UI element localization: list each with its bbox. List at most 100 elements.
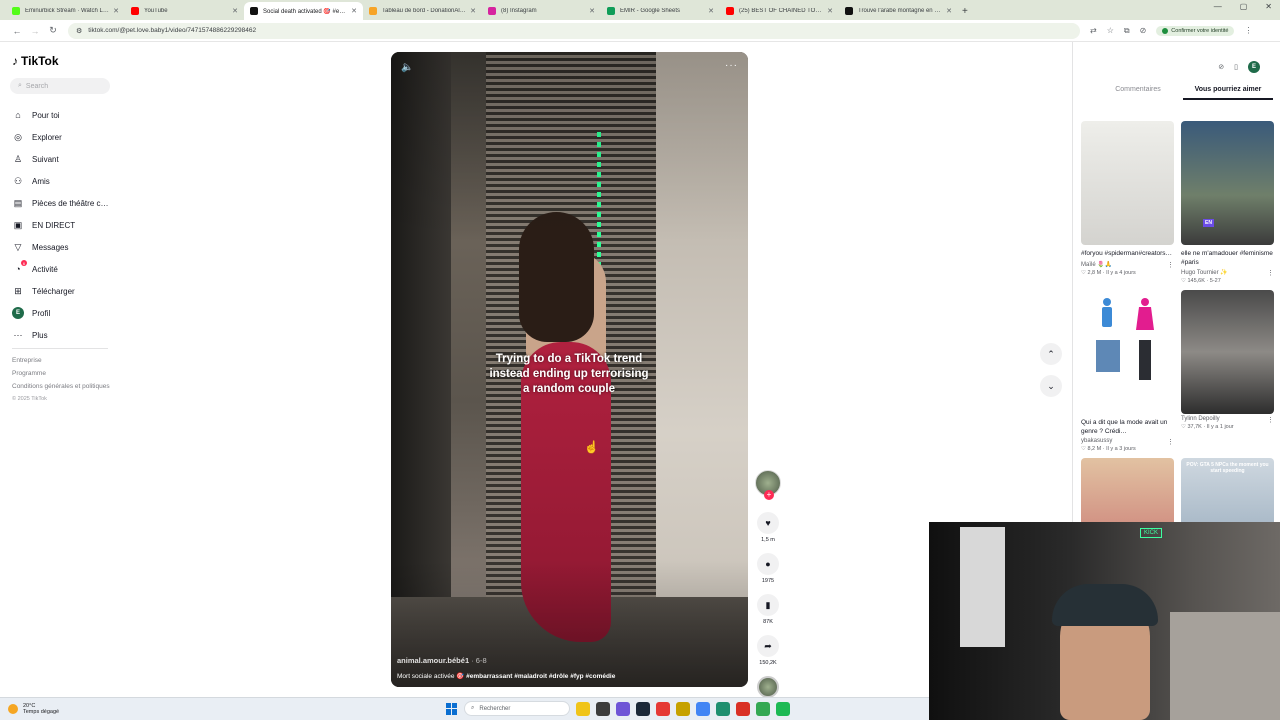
sidebar-item[interactable]: ◔ 6 Activité [12, 258, 108, 280]
bookmark-star-icon[interactable]: ☆ [1107, 26, 1114, 35]
video-player[interactable]: 🔈 ··· Trying to do a TikTok trend instea… [391, 52, 748, 687]
sidebar-item[interactable]: ⚇ Amis [12, 170, 108, 192]
user-avatar[interactable]: E [1248, 61, 1260, 73]
device-icon[interactable]: ▯ [1234, 63, 1238, 71]
footer-link-entreprise[interactable]: Entreprise [12, 356, 112, 365]
taskbar-app-icon[interactable] [716, 701, 730, 716]
extensions-icon[interactable]: ⧉ [1124, 26, 1130, 36]
translate-icon[interactable]: ⇄ [1090, 26, 1097, 35]
taskbar-app-icon[interactable] [676, 701, 690, 716]
music-disc-icon[interactable] [757, 676, 779, 698]
taskbar-app-icon[interactable] [656, 701, 670, 716]
comment-icon[interactable]: ● [757, 553, 779, 575]
sidebar-item[interactable]: ··· Plus [12, 324, 108, 346]
sidebar-item[interactable]: ▽ Messages [12, 236, 108, 258]
volume-icon[interactable]: 🔈 [401, 62, 413, 73]
share-icon[interactable]: ➦ [757, 635, 779, 657]
new-tab-button[interactable]: + [962, 2, 968, 20]
video-thumbnail[interactable] [1181, 290, 1274, 414]
maximize-icon[interactable]: ▢ [1240, 2, 1248, 11]
browser-menu-icon[interactable]: ⋮ [1244, 26, 1252, 35]
footer-link-conditions[interactable]: Conditions générales et politiques [12, 382, 112, 391]
profile-sync-icon[interactable]: ⊘ [1140, 26, 1147, 35]
taskbar-app-icon[interactable] [596, 701, 610, 716]
minimize-icon[interactable]: — [1214, 2, 1222, 11]
back-icon[interactable]: ← [8, 26, 26, 36]
tab-comments[interactable]: Commentaires [1093, 82, 1183, 100]
close-window-icon[interactable]: ✕ [1265, 2, 1272, 11]
taskbar-app-icon[interactable] [576, 701, 590, 716]
share-action[interactable]: ➦ 150,2K [752, 635, 784, 666]
tab-close-icon[interactable]: ✕ [470, 7, 476, 15]
like-action[interactable]: ♥ 1,5 m [752, 512, 784, 543]
tab-close-icon[interactable]: ✕ [113, 7, 119, 15]
creator-avatar[interactable]: + [755, 470, 781, 500]
url-field[interactable]: ⚙ tiktok.com/@pet.love.baby1/video/74715… [68, 22, 1080, 39]
sidebar-item[interactable]: ⌂ Pour toi [12, 104, 108, 126]
taskbar-app-icon[interactable] [616, 701, 630, 716]
card-author[interactable]: Hugo Tournier ✨ ⋮ [1181, 269, 1274, 277]
taskbar-app-icon[interactable] [696, 701, 710, 716]
card-more-icon[interactable]: ⋮ [1167, 438, 1174, 446]
card-more-icon[interactable]: ⋮ [1267, 269, 1274, 277]
footer-link-programme[interactable]: Programme [12, 369, 112, 378]
bookmark-icon[interactable]: ▮ [757, 594, 779, 616]
sidebar-item[interactable]: E Profil [12, 302, 108, 324]
card-more-icon[interactable]: ⋮ [1267, 416, 1274, 424]
tiktok-logo[interactable]: ♪ TikTok [12, 54, 59, 68]
tab-you-may-like[interactable]: Vous pourriez aimer [1183, 82, 1273, 100]
video-author[interactable]: animal.amour.bébé1 · 6-8 [397, 656, 487, 665]
follow-plus-icon[interactable]: + [764, 490, 774, 500]
browser-tab[interactable]: Eminurbick Stream · Watch Liv… ✕ [6, 2, 125, 20]
sidebar-item[interactable]: ▤ Pièces de théâtre c… [12, 192, 109, 214]
video-thumbnail[interactable] [1081, 121, 1174, 245]
browser-tab[interactable]: EMIR - Google Sheets ✕ [601, 2, 720, 20]
recommended-video-card[interactable]: EN elle ne m'amadouer #feminisme #paris Hu… [1181, 121, 1274, 284]
video-thumbnail[interactable] [1081, 290, 1174, 414]
tab-close-icon[interactable]: ✕ [351, 7, 357, 15]
next-video-button[interactable]: ⌄ [1040, 375, 1062, 397]
taskbar-app-icon[interactable] [756, 701, 770, 716]
browser-tab[interactable]: YouTube ✕ [125, 2, 244, 20]
video-hashtags[interactable]: #embarrassant #maladroit #drôle #fyp #co… [466, 673, 615, 680]
tab-close-icon[interactable]: ✕ [589, 7, 595, 15]
browser-tab[interactable]: Social death activated 🎯 #emb… ✕ [244, 2, 363, 20]
sidebar-item[interactable]: ⊞ Télécharger [12, 280, 108, 302]
heart-icon[interactable]: ♥ [757, 512, 779, 534]
card-more-icon[interactable]: ⋮ [1167, 261, 1174, 269]
save-action[interactable]: ▮ 87K [752, 594, 784, 625]
verify-identity-button[interactable]: Confirmer votre identité [1156, 25, 1235, 36]
browser-tab[interactable]: Tableau de bord - DonationAle… ✕ [363, 2, 482, 20]
card-author[interactable]: Tylinn Depoilly ⋮ [1181, 416, 1274, 424]
taskbar-app-icon[interactable] [736, 701, 750, 716]
video-thumbnail[interactable]: EN [1181, 121, 1274, 245]
card-author[interactable]: Maïlé 🌷🙏 ⋮ [1081, 261, 1174, 269]
tab-close-icon[interactable]: ✕ [232, 7, 238, 15]
windows-start-icon[interactable] [446, 702, 458, 715]
weather-widget[interactable]: 20°C Temps dégagé [8, 703, 59, 716]
previous-video-button[interactable]: ⌃ [1040, 343, 1062, 365]
tab-close-icon[interactable]: ✕ [708, 7, 714, 15]
recommended-video-card[interactable]: #foryou #spiderman#creators… Maïlé 🌷🙏 ⋮ ♡ 2… [1081, 121, 1174, 284]
tab-close-icon[interactable]: ✕ [827, 7, 833, 15]
taskbar-app-icon[interactable] [636, 701, 650, 716]
comment-action[interactable]: ● 1975 [752, 553, 784, 584]
taskbar-search[interactable]: ⌕ Rechercher [464, 701, 570, 716]
taskbar-app-icon[interactable] [776, 701, 790, 716]
recommended-video-card[interactable]: Qui a dit que la mode avait un genre ? C… [1081, 290, 1174, 452]
search-input[interactable]: ⌕ Search [10, 78, 110, 94]
sidebar-item[interactable]: ♙ Suivant [12, 148, 108, 170]
compass-small-icon[interactable]: ⊘ [1218, 63, 1224, 71]
video-more-icon[interactable]: ··· [725, 60, 738, 71]
sidebar-item[interactable]: ▣ EN DIRECT [12, 214, 108, 236]
browser-tab[interactable]: (25) BEST OF CHAINED TOGETH… ✕ [720, 2, 839, 20]
reload-icon[interactable]: ↻ [44, 25, 62, 36]
tab-close-icon[interactable]: ✕ [946, 7, 952, 15]
card-author[interactable]: ybakasussy ⋮ [1081, 438, 1174, 446]
sidebar-item[interactable]: ◎ Explorer [12, 126, 108, 148]
browser-tab[interactable]: Trouve l'arabe montagne en ar… ✕ [839, 2, 958, 20]
site-info-icon[interactable]: ⚙ [76, 27, 82, 35]
recommended-video-card[interactable]: Tylinn Depoilly ⋮ ♡ 37,7K · Il y a 1 jour [1181, 290, 1274, 452]
forward-icon[interactable]: → [26, 26, 44, 36]
browser-tab[interactable]: (8) Instagram ✕ [482, 2, 601, 20]
